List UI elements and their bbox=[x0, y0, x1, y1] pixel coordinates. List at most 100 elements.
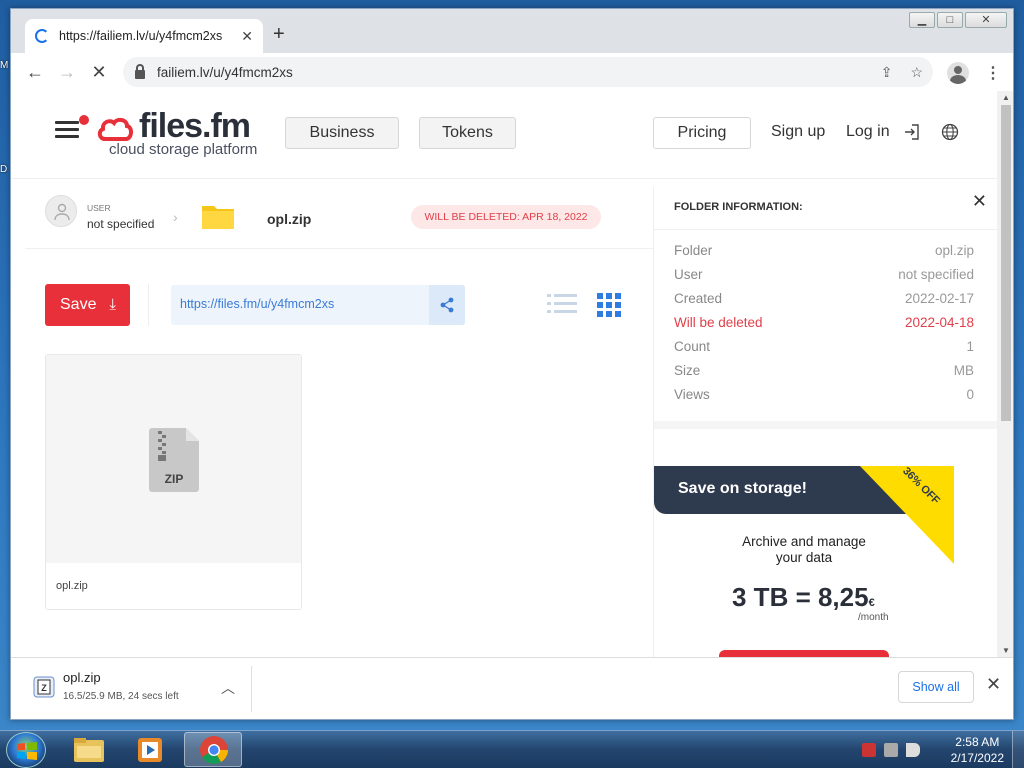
pricing-button[interactable]: Pricing bbox=[653, 117, 751, 149]
zip-icon-text: ZIP bbox=[165, 472, 184, 486]
info-row-size: Size MB bbox=[674, 363, 974, 378]
site-header: files.fm cloud storage platform Business… bbox=[11, 91, 997, 179]
info-label: Created bbox=[674, 291, 723, 306]
info-value: 2022-04-18 bbox=[904, 315, 974, 330]
folder-info-bar: USER not specified › opl.zip WILL BE DEL… bbox=[25, 179, 653, 249]
info-label: Will be deleted bbox=[674, 315, 763, 330]
start-button[interactable] bbox=[6, 732, 46, 768]
user-value: not specified bbox=[87, 217, 155, 231]
scrollbar-thumb[interactable] bbox=[1001, 105, 1011, 421]
scroll-down-icon[interactable]: ▼ bbox=[997, 646, 1013, 655]
share-page-icon[interactable]: ⇪ bbox=[881, 64, 893, 81]
new-tab-button[interactable]: + bbox=[273, 23, 285, 46]
signup-link[interactable]: Sign up bbox=[771, 123, 825, 141]
promo-cta-button[interactable] bbox=[719, 650, 889, 657]
file-caption[interactable]: opl.zip bbox=[56, 580, 88, 592]
user-label: USER bbox=[87, 203, 111, 213]
back-icon[interactable]: ← bbox=[19, 62, 51, 83]
folder-info-panel: FOLDER INFORMATION: ✕ Folder opl.zip User… bbox=[653, 187, 997, 657]
divider bbox=[148, 284, 149, 326]
info-label: Size bbox=[674, 363, 701, 378]
clock-time: 2:58 AM bbox=[955, 735, 1000, 749]
show-all-button[interactable]: Show all bbox=[898, 671, 974, 703]
promo-price: 3 TB = 8,25€ bbox=[732, 582, 875, 613]
tab-close-icon[interactable]: ✕ bbox=[241, 28, 253, 45]
list-view-icon[interactable] bbox=[547, 293, 577, 315]
scroll-up-icon[interactable]: ▲ bbox=[997, 93, 1013, 102]
info-row-will-be-deleted: Will be deleted 2022-04-18 bbox=[674, 315, 974, 330]
business-button[interactable]: Business bbox=[285, 117, 399, 149]
file-thumbnail[interactable]: ZIP bbox=[46, 355, 301, 563]
show-desktop-button[interactable] bbox=[1012, 731, 1024, 768]
storage-promo[interactable]: Save on storage! 36% OFF Archive and man… bbox=[654, 465, 954, 657]
share-icon bbox=[440, 297, 454, 313]
zip-download-icon[interactable]: Z bbox=[33, 676, 55, 698]
promo-title: Save on storage! bbox=[678, 480, 807, 497]
share-button[interactable] bbox=[429, 285, 465, 325]
address-url[interactable]: failiem.lv/u/y4fmcm2xs bbox=[157, 65, 293, 80]
info-row-views: Views 0 bbox=[674, 387, 974, 402]
login-link[interactable]: Log in bbox=[846, 123, 890, 141]
clock[interactable]: 2:58 AM 2/17/2022 bbox=[951, 734, 1004, 766]
network-icon[interactable] bbox=[884, 743, 898, 757]
hamburger-menu-icon[interactable] bbox=[55, 115, 89, 139]
chevron-right-icon: › bbox=[173, 209, 178, 225]
promo-subtitle: Archive and manage your data bbox=[654, 534, 954, 566]
svg-text:Z: Z bbox=[41, 683, 47, 693]
info-value: MB bbox=[953, 363, 974, 378]
share-url-text[interactable]: https://files.fm/u/y4fmcm2xs bbox=[180, 297, 334, 311]
downloads-bar: Z opl.zip 16.5/25.9 MB, 24 secs left ︿ S… bbox=[11, 657, 1013, 719]
info-label: Count bbox=[674, 339, 711, 354]
info-value: opl.zip bbox=[934, 243, 974, 258]
info-label: User bbox=[674, 267, 703, 282]
price-currency: € bbox=[868, 597, 875, 609]
stop-loading-icon[interactable]: ✕ bbox=[83, 62, 115, 83]
file-card[interactable]: ZIP opl.zip bbox=[45, 354, 302, 610]
taskbar-media-player[interactable] bbox=[122, 732, 180, 767]
browser-tab[interactable]: https://failiem.lv/u/y4fmcm2xs ✕ bbox=[25, 19, 263, 53]
minimize-button[interactable]: ▁ bbox=[909, 12, 935, 28]
forward-icon[interactable]: → bbox=[51, 62, 83, 83]
language-globe-icon[interactable] bbox=[941, 123, 959, 141]
info-row-folder: Folder opl.zip bbox=[674, 243, 974, 258]
panel-close-icon[interactable]: ✕ bbox=[972, 191, 987, 212]
login-icon[interactable] bbox=[903, 123, 921, 141]
web-page: files.fm cloud storage platform Business… bbox=[11, 91, 1013, 657]
action-center-flag-icon[interactable] bbox=[862, 743, 876, 757]
address-bar[interactable]: failiem.lv/u/y4fmcm2xs ⇪ ☆ bbox=[123, 57, 933, 87]
chrome-icon bbox=[200, 736, 228, 764]
download-filename[interactable]: opl.zip bbox=[63, 670, 101, 685]
volume-icon[interactable] bbox=[906, 743, 920, 757]
info-label: Views bbox=[674, 387, 710, 402]
chevron-up-icon[interactable]: ︿ bbox=[221, 678, 235, 698]
taskbar-chrome[interactable] bbox=[184, 732, 242, 767]
page-scrollbar[interactable]: ▲ ▼ bbox=[997, 91, 1013, 657]
notification-dot-icon bbox=[79, 115, 89, 125]
browser-window: ▁ □ ✕ https://failiem.lv/u/y4fmcm2xs ✕ +… bbox=[10, 8, 1014, 720]
download-status: 16.5/25.9 MB, 24 secs left bbox=[63, 691, 179, 702]
bookmark-star-icon[interactable]: ☆ bbox=[910, 64, 923, 81]
file-explorer-icon bbox=[74, 738, 104, 762]
download-arrow-icon: ⤓ bbox=[109, 296, 116, 313]
browser-menu-icon[interactable]: ⋮ bbox=[985, 63, 1001, 83]
zip-file-icon: ZIP bbox=[149, 428, 199, 492]
logo-tagline: cloud storage platform bbox=[109, 141, 258, 158]
windows-logo-icon bbox=[17, 742, 37, 760]
close-downloads-icon[interactable]: ✕ bbox=[986, 674, 1001, 695]
grid-view-icon[interactable] bbox=[597, 293, 621, 317]
window-controls: ▁ □ ✕ bbox=[909, 12, 1007, 28]
save-button[interactable]: Save ⤓ bbox=[45, 284, 130, 326]
tokens-button[interactable]: Tokens bbox=[419, 117, 516, 149]
taskbar-explorer[interactable] bbox=[60, 732, 118, 767]
share-url-field[interactable]: https://files.fm/u/y4fmcm2xs bbox=[171, 285, 465, 325]
maximize-button[interactable]: □ bbox=[937, 12, 963, 28]
save-button-label: Save bbox=[60, 296, 97, 313]
info-row-user: User not specified bbox=[674, 267, 974, 282]
close-window-button[interactable]: ✕ bbox=[965, 12, 1007, 28]
browser-toolbar: ← → ✕ failiem.lv/u/y4fmcm2xs ⇪ ☆ ⋮ bbox=[11, 53, 1013, 91]
divider bbox=[251, 666, 252, 712]
cloud-logo-icon bbox=[97, 117, 133, 141]
info-row-created: Created 2022-02-17 bbox=[674, 291, 974, 306]
clock-date: 2/17/2022 bbox=[950, 751, 1004, 765]
profile-avatar-icon[interactable] bbox=[947, 62, 969, 84]
